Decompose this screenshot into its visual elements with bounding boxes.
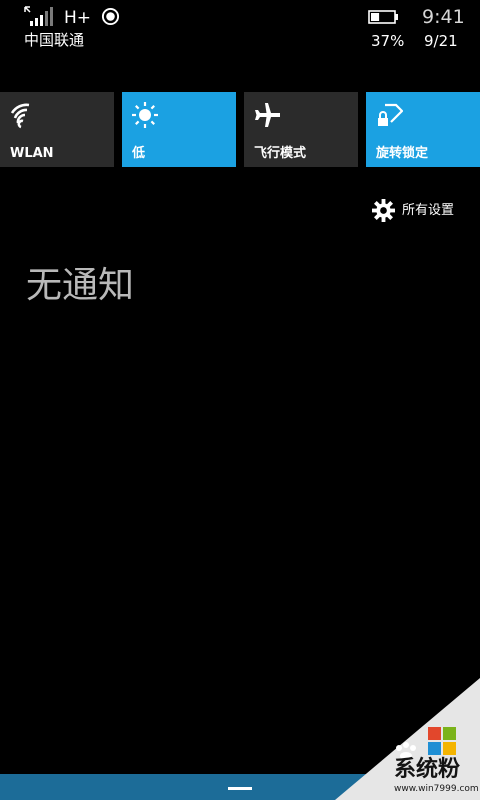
all-settings-link[interactable]: 所有设置	[372, 198, 468, 224]
date: 9/21	[424, 32, 458, 50]
quick-action-wlan[interactable]: WLAN	[0, 92, 114, 167]
clock: 9:41	[422, 6, 465, 28]
no-notifications-message: 无通知	[26, 265, 135, 306]
location-icon	[101, 7, 120, 26]
watermark-text: 系统粉	[394, 757, 461, 782]
rotation-lock-icon	[378, 103, 403, 126]
quick-action-brightness[interactable]: 低	[122, 92, 236, 167]
quick-action-label: 旋转锁定	[376, 146, 429, 161]
quick-action-airplane-mode[interactable]: 飞行模式	[244, 92, 358, 167]
quick-action-label: WLAN	[10, 146, 54, 161]
brightness-icon	[132, 102, 158, 128]
windows-logo	[428, 727, 456, 755]
network-type: H+	[64, 8, 92, 28]
gear-icon	[372, 199, 395, 222]
airplane-icon	[255, 103, 280, 127]
signal-strength-icon	[24, 6, 53, 26]
drag-handle[interactable]	[228, 787, 252, 790]
quick-action-rotation-lock[interactable]: 旋转锁定	[366, 92, 480, 167]
watermark-url: www.win7999.com	[394, 784, 479, 794]
all-settings-label: 所有设置	[402, 203, 455, 218]
quick-action-label: 低	[132, 146, 146, 161]
wifi-icon	[10, 103, 30, 129]
battery-percent: 37%	[371, 32, 405, 50]
status-bar: H+ 中国联通 9:41 37% 9/21	[0, 0, 480, 56]
quick-action-label: 飞行模式	[254, 146, 307, 161]
battery-icon	[368, 10, 398, 24]
quick-actions: WLAN 低 飞行模式 旋转锁定	[0, 92, 480, 167]
carrier-name: 中国联通	[24, 31, 85, 49]
